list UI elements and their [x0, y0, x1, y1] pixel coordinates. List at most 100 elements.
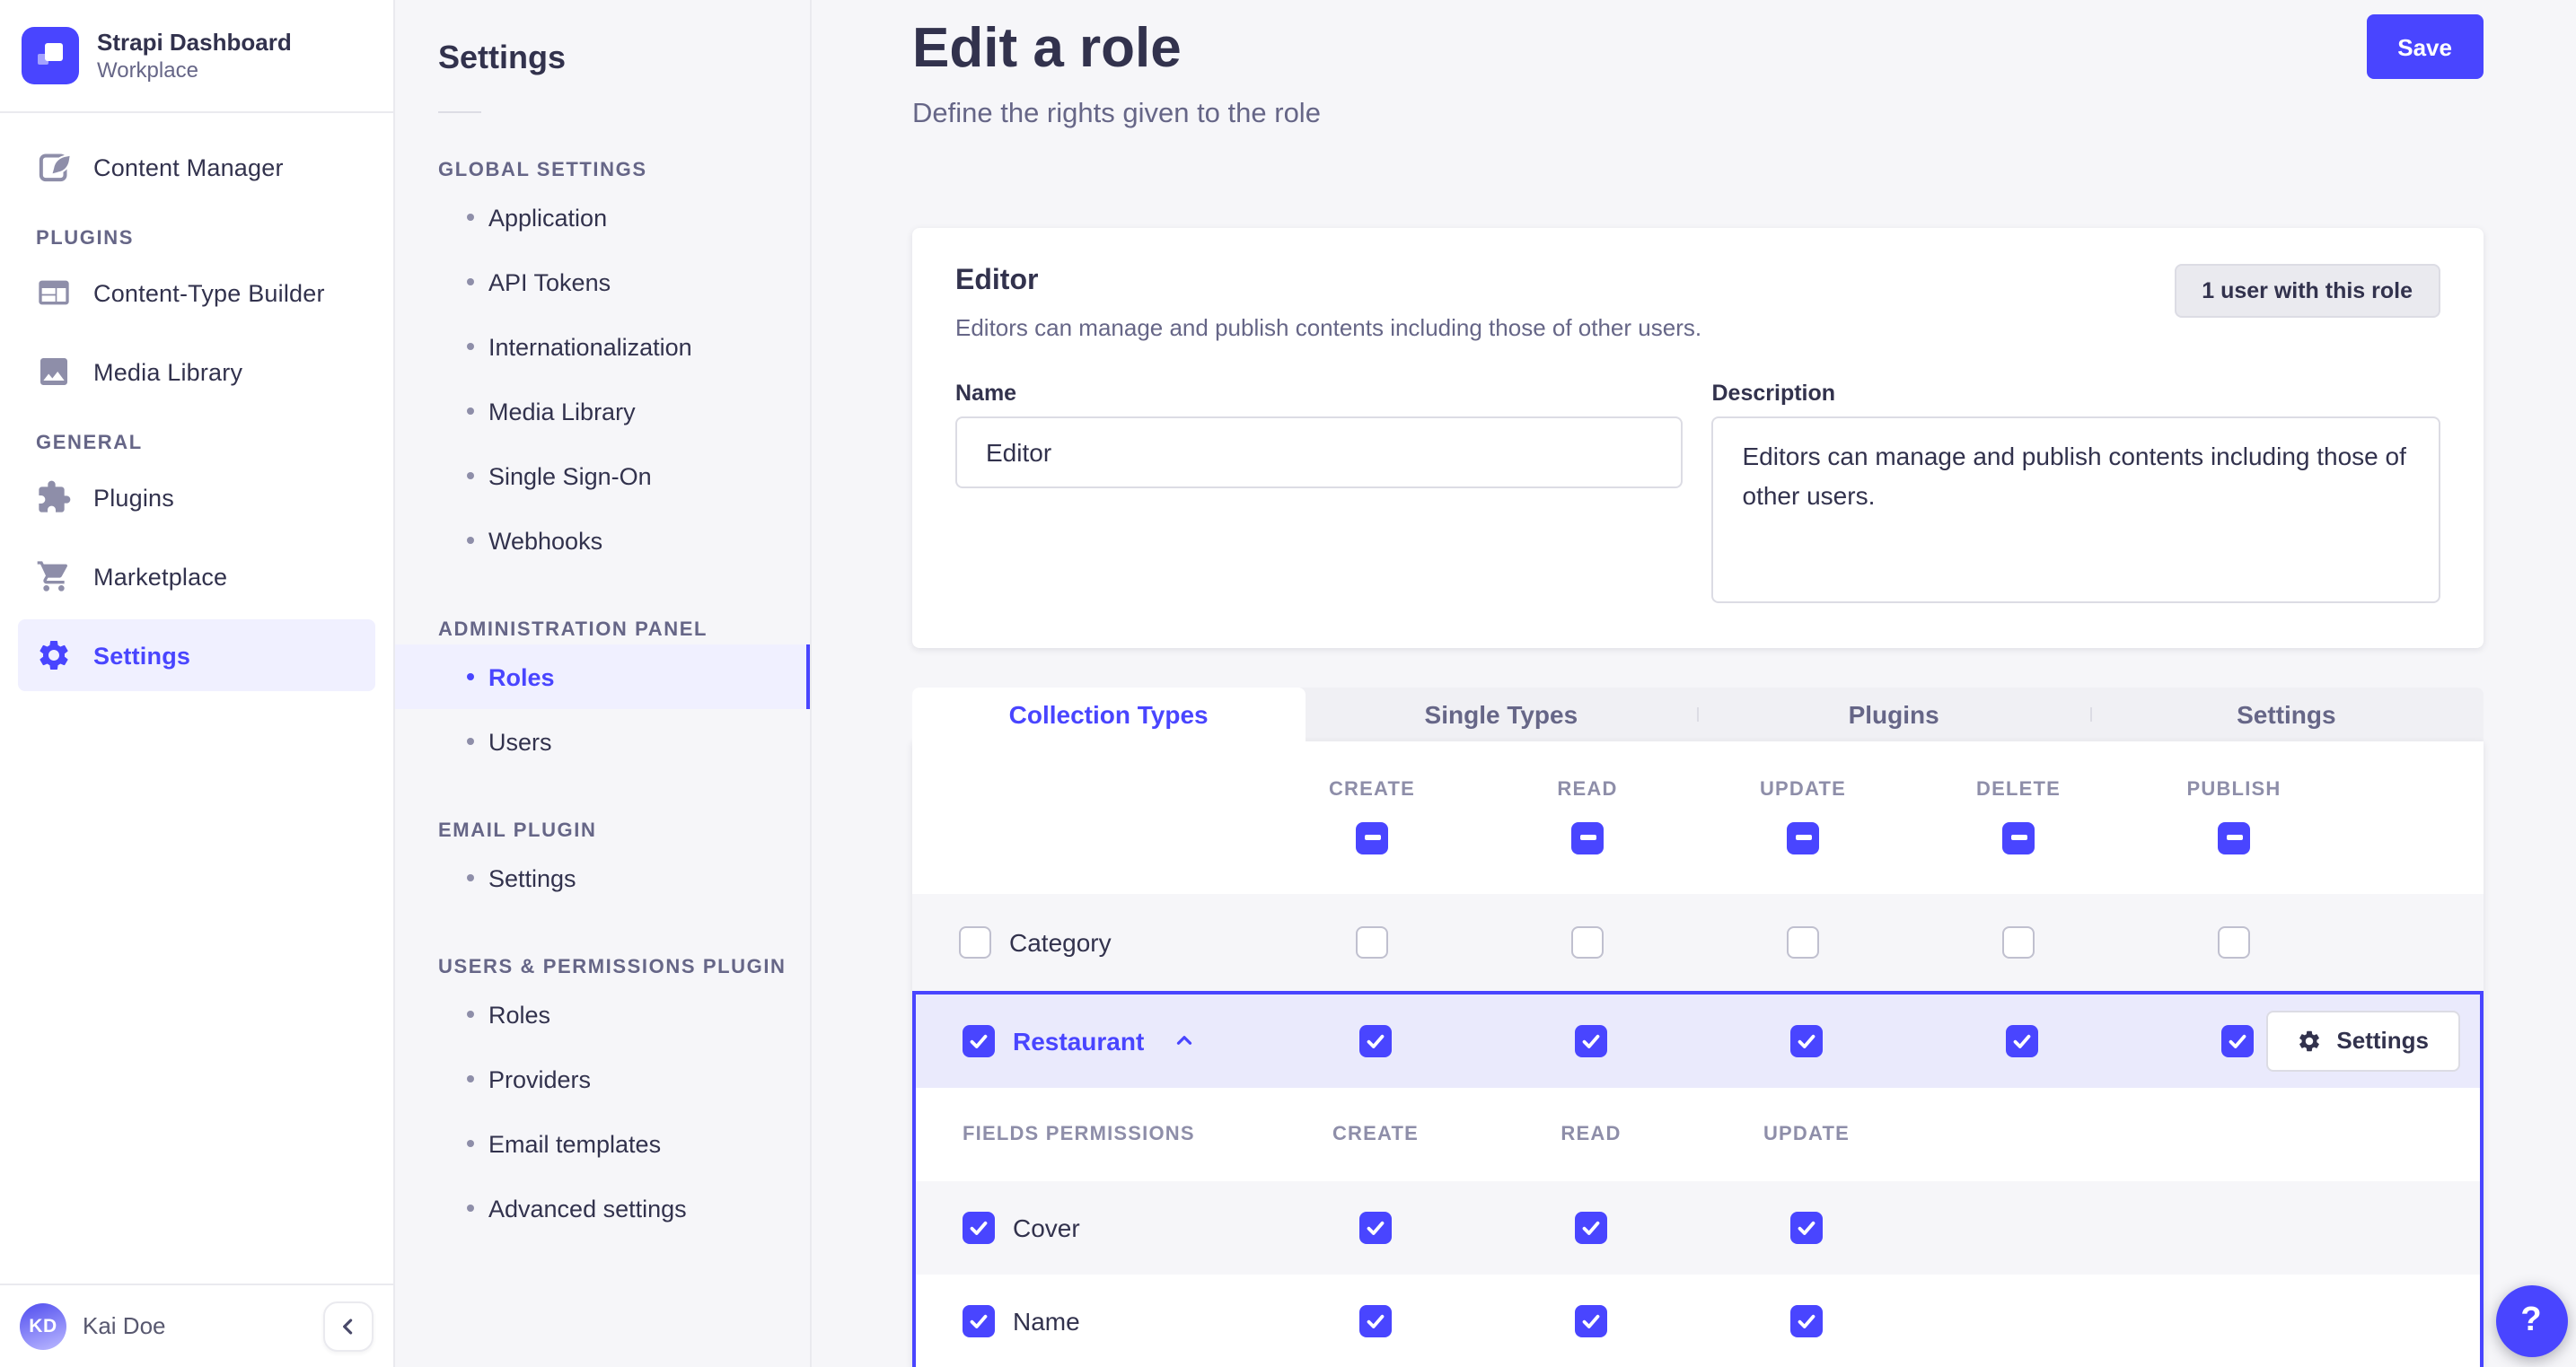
checkbox-restaurant-read[interactable]: [1575, 1024, 1607, 1056]
nav-label: Settings: [93, 642, 191, 669]
subnav-item-users[interactable]: Users: [395, 709, 810, 774]
nav-label: Marketplace: [93, 563, 228, 590]
checkbox-restaurant-delete[interactable]: [2006, 1024, 2038, 1056]
nav-label: Plugins: [93, 484, 174, 511]
column-label: PUBLISH: [2186, 778, 2281, 800]
bullet-icon: [467, 673, 474, 680]
subnav-section-email-plugin: EMAIL PLUGIN: [438, 820, 597, 842]
checkbox-category-create[interactable]: [1356, 925, 1388, 958]
subnav-section-users-permissions-plugin: USERS & PERMISSIONS PLUGIN: [438, 957, 787, 978]
checkbox-all-delete[interactable]: [2002, 821, 2035, 854]
subnav-item-email-templates[interactable]: Email templates: [395, 1111, 810, 1176]
subnav-item-media-library[interactable]: Media Library: [395, 379, 810, 443]
tab-plugins[interactable]: Plugins: [1697, 688, 2090, 740]
settings-sub-navigation: Settings GLOBAL SETTINGS Application API…: [395, 0, 812, 1367]
name-label-cell[interactable]: Name: [916, 1304, 1268, 1336]
nav-section-general: GENERAL: [36, 433, 143, 454]
chevron-up-icon: [1173, 1029, 1196, 1052]
checkbox-all-update[interactable]: [1787, 821, 1819, 854]
bullet-icon: [467, 278, 474, 285]
page-header: Edit a role Save: [912, 14, 2483, 83]
subnav-item-up-roles[interactable]: Roles: [395, 982, 810, 1047]
checkbox-restaurant-create[interactable]: [1359, 1024, 1392, 1056]
checkbox-cover-create[interactable]: [1359, 1211, 1392, 1243]
settings-gear-icon: [36, 637, 72, 673]
nav-item-plugins[interactable]: Plugins: [18, 461, 375, 533]
tab-settings[interactable]: Settings: [2089, 688, 2483, 740]
category-label-cell[interactable]: Category: [912, 925, 1264, 958]
subnav-section-administration-panel: ADMINISTRATION PANEL: [438, 619, 708, 641]
column-create: CREATE: [1264, 740, 1480, 854]
checkbox-category[interactable]: [959, 925, 991, 958]
checkbox-cover[interactable]: [963, 1211, 995, 1243]
subnav-item-advanced-settings[interactable]: Advanced settings: [395, 1176, 810, 1240]
subnav-item-email-settings[interactable]: Settings: [395, 846, 810, 910]
subnav-item-roles[interactable]: Roles: [395, 644, 810, 709]
cover-label-cell[interactable]: Cover: [916, 1211, 1268, 1243]
nav-item-media-library[interactable]: Media Library: [18, 336, 375, 407]
nav-item-settings[interactable]: Settings: [18, 619, 375, 691]
fields-permissions-header: FIELDS PERMISSIONS CREATE READ UPDATE: [916, 1087, 2479, 1180]
users-with-role-button[interactable]: 1 user with this role: [2175, 264, 2440, 318]
bullet-icon: [467, 407, 474, 415]
help-button[interactable]: ?: [2495, 1284, 2567, 1356]
checkbox-cover-read[interactable]: [1575, 1211, 1607, 1243]
page-subtitle: Define the rights given to the role: [912, 99, 1321, 129]
gear-icon: [2297, 1028, 2322, 1053]
checkbox-restaurant[interactable]: [963, 1024, 995, 1056]
checkbox-restaurant-update[interactable]: [1790, 1024, 1823, 1056]
bullet-icon: [467, 472, 474, 479]
fields-column-update: UPDATE: [1763, 1123, 1850, 1144]
subnav-item-providers[interactable]: Providers: [395, 1047, 810, 1111]
restaurant-label-cell[interactable]: Restaurant: [916, 1024, 1268, 1056]
checkbox-cover-update[interactable]: [1790, 1211, 1823, 1243]
checkbox-name[interactable]: [963, 1304, 995, 1336]
subnav-item-internationalization[interactable]: Internationalization: [395, 314, 810, 379]
table-row-restaurant: Restaurant Settings: [916, 994, 2479, 1087]
screen: Strapi Dashboard Workplace Content Manag…: [0, 0, 2576, 1367]
bullet-icon: [467, 1140, 474, 1147]
role-description-textarea[interactable]: Editors can manage and publish contents …: [1711, 416, 2440, 603]
subnav-title: Settings: [438, 39, 567, 75]
subnav-item-webhooks[interactable]: Webhooks: [395, 508, 810, 573]
checkbox-name-read[interactable]: [1575, 1304, 1607, 1336]
subnav-divider: [438, 111, 481, 113]
role-details-card: Editor Editors can manage and publish co…: [912, 228, 2483, 648]
checkbox-all-create[interactable]: [1356, 821, 1388, 854]
role-card-titles: Editor Editors can manage and publish co…: [955, 264, 1701, 341]
subnav-item-application[interactable]: Application: [395, 185, 810, 250]
nav-item-content-type-builder[interactable]: Content-Type Builder: [18, 257, 375, 329]
save-button[interactable]: Save: [2367, 14, 2483, 79]
checkbox-name-create[interactable]: [1359, 1304, 1392, 1336]
main-navigation: Strapi Dashboard Workplace Content Manag…: [0, 0, 395, 1367]
subnav-item-label: Single Sign-On: [488, 462, 652, 489]
brand-text: Strapi Dashboard Workplace: [97, 28, 292, 83]
checkbox-all-publish[interactable]: [2218, 821, 2250, 854]
column-label: CREATE: [1328, 778, 1415, 800]
nav-item-content-manager[interactable]: Content Manager: [18, 131, 375, 203]
field-row-cover: Cover: [916, 1180, 2479, 1274]
checkbox-all-read[interactable]: [1571, 821, 1604, 854]
user-name: Kai Doe: [83, 1312, 166, 1339]
checkbox-category-update[interactable]: [1787, 925, 1819, 958]
permissions-header-row: CREATE READ UPDATE DELETE PUBLISH: [912, 740, 2483, 893]
checkbox-name-update[interactable]: [1790, 1304, 1823, 1336]
role-name-input[interactable]: [955, 416, 1684, 488]
tab-single-types[interactable]: Single Types: [1305, 688, 1697, 740]
subnav-item-label: Settings: [488, 864, 576, 891]
permissions-panel: CREATE READ UPDATE DELETE PUBLISH Catego…: [912, 740, 2483, 1367]
checkbox-category-publish[interactable]: [2218, 925, 2250, 958]
checkbox-category-delete[interactable]: [2002, 925, 2035, 958]
nav-item-marketplace[interactable]: Marketplace: [18, 540, 375, 612]
checkbox-category-read[interactable]: [1571, 925, 1604, 958]
subnav-item-api-tokens[interactable]: API Tokens: [395, 250, 810, 314]
restaurant-settings-button[interactable]: Settings: [2266, 1010, 2459, 1071]
brand-home-link[interactable]: Strapi Dashboard Workplace: [0, 0, 393, 113]
tab-collection-types[interactable]: Collection Types: [912, 688, 1306, 740]
subnav-item-single-sign-on[interactable]: Single Sign-On: [395, 443, 810, 508]
user-profile-row[interactable]: KD Kai Doe: [0, 1283, 393, 1367]
subnav-item-label: Advanced settings: [488, 1195, 687, 1222]
checkbox-restaurant-publish[interactable]: [2221, 1024, 2254, 1056]
collapse-sidebar-button[interactable]: [323, 1301, 374, 1351]
subnav-item-label: Webhooks: [488, 527, 603, 554]
